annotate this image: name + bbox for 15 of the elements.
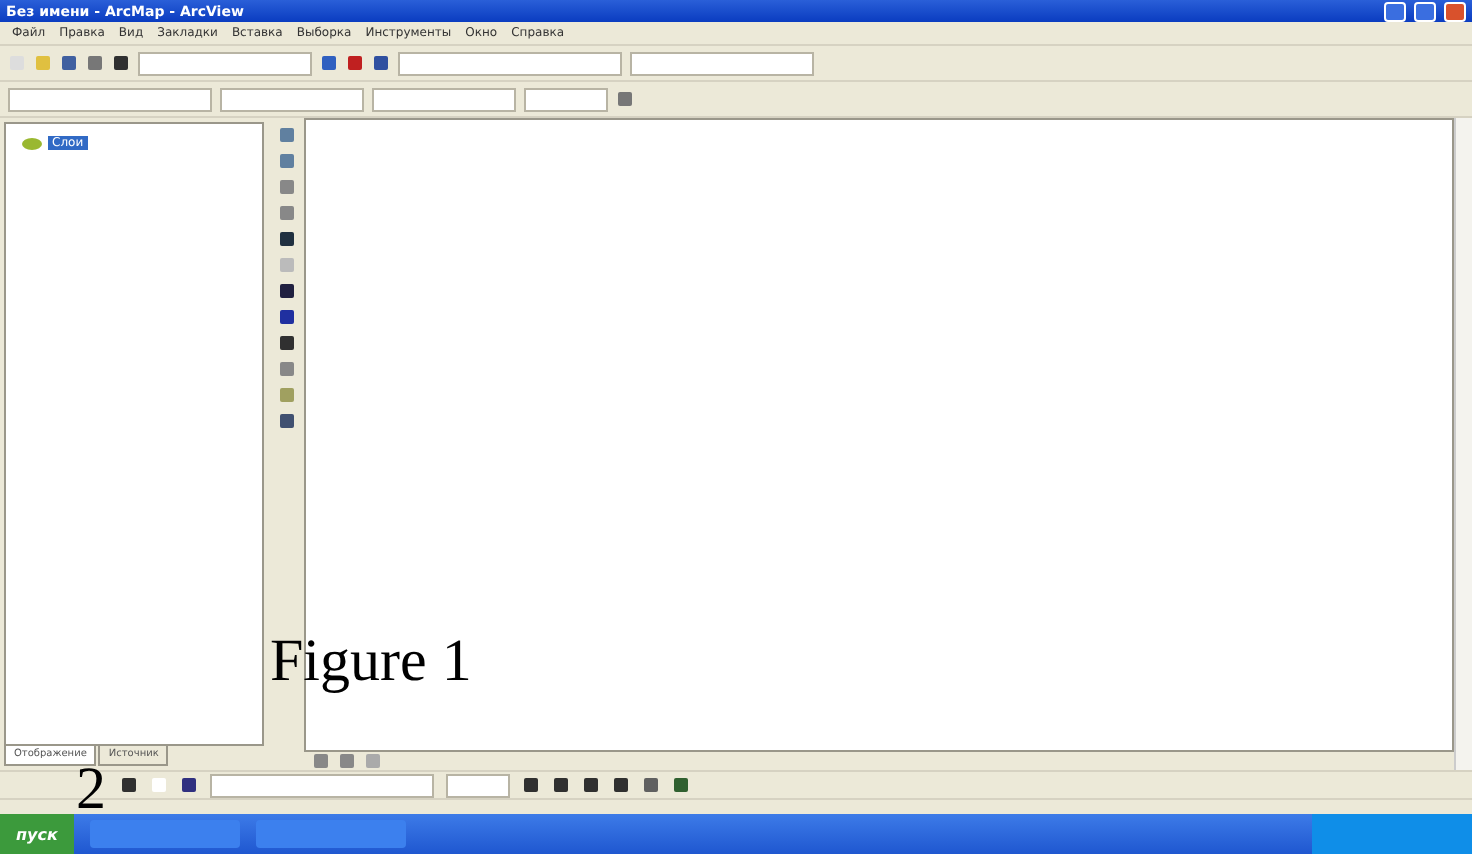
tool-field[interactable] — [398, 51, 622, 75]
close-button[interactable] — [1444, 1, 1466, 21]
font-size-field[interactable] — [446, 773, 510, 797]
figure-caption: Figure 1 — [270, 628, 472, 696]
start-button[interactable]: пуск — [0, 814, 74, 854]
layer-field[interactable] — [220, 87, 364, 111]
georef-field[interactable] — [372, 87, 516, 111]
scale-field[interactable] — [138, 51, 312, 75]
font-field[interactable] — [210, 773, 434, 797]
maximize-button[interactable] — [1414, 1, 1436, 21]
drawing-field[interactable] — [8, 87, 212, 111]
vertical-scrollbar[interactable] — [1454, 118, 1472, 770]
zoom-field[interactable] — [524, 87, 608, 111]
minimize-button[interactable] — [1384, 1, 1406, 21]
target-field[interactable] — [630, 51, 814, 75]
